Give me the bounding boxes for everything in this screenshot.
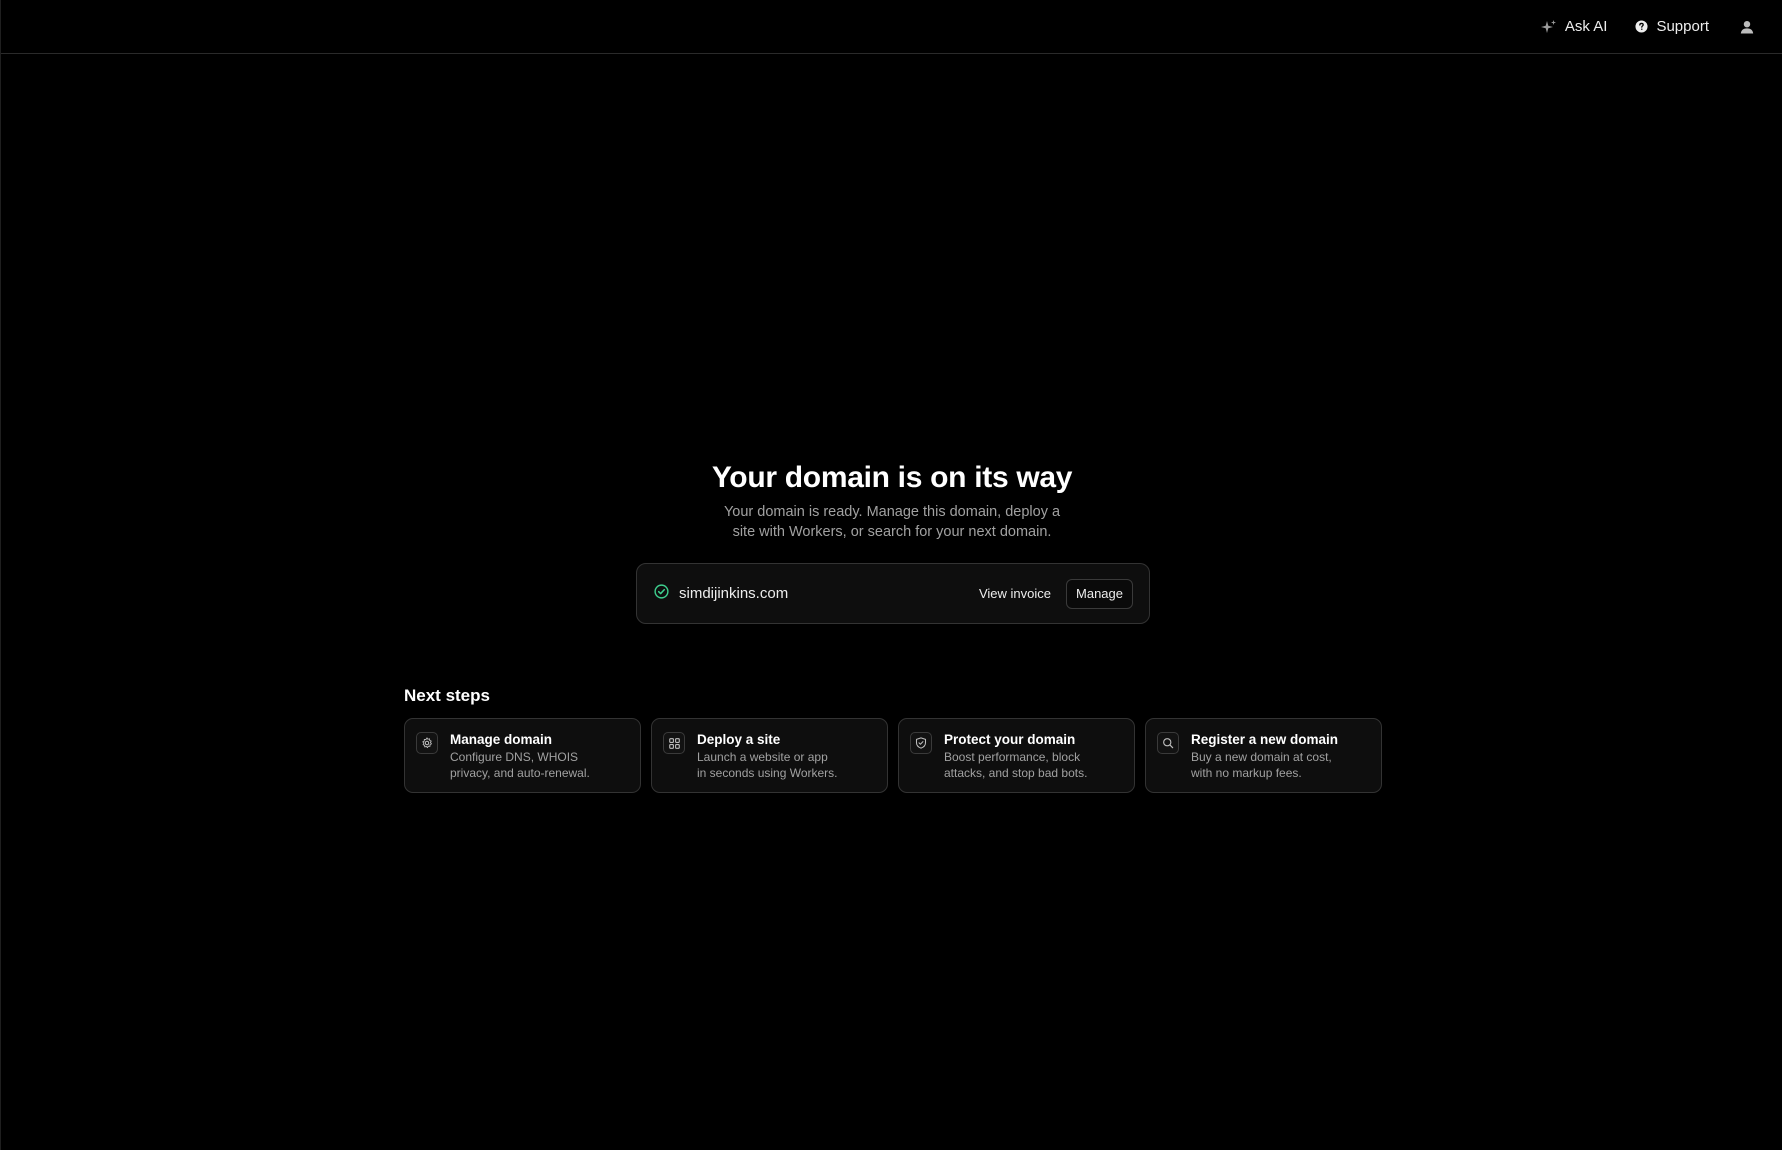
ask-ai-button[interactable]: Ask AI	[1535, 11, 1614, 43]
user-icon	[1740, 20, 1754, 34]
shield-icon	[910, 732, 932, 754]
view-invoice-button[interactable]: View invoice	[979, 586, 1051, 601]
step-description: Buy a new domain at cost, with no markup…	[1191, 750, 1332, 780]
page-subtitle: Your domain is ready. Manage this domain…	[723, 504, 1061, 540]
next-steps-heading: Next steps	[404, 686, 490, 705]
ask-ai-label: Ask AI	[1564, 18, 1608, 35]
step-title: Register a new domain	[1191, 732, 1339, 747]
step-description: Configure DNS, WHOIS privacy, and auto-r…	[450, 750, 590, 780]
domain-card: simdijinkins.com View invoice Manage	[636, 563, 1150, 624]
step-title: Manage domain	[450, 732, 553, 747]
step-card-manage-domain[interactable]: Manage domain Configure DNS, WHOIS priva…	[404, 718, 641, 793]
step-description: Launch a website or app in seconds using…	[697, 750, 838, 780]
page-title: Your domain is on its way	[711, 461, 1073, 494]
user-menu-button[interactable]	[1733, 11, 1761, 43]
page: Ask AI Support Your domain is on its way…	[0, 0, 1782, 1150]
search-icon	[1157, 732, 1179, 754]
support-label: Support	[1656, 18, 1709, 35]
sparkle-icon	[1540, 19, 1557, 35]
help-circle-icon	[1635, 20, 1648, 33]
gear-icon	[416, 732, 438, 754]
hero: Your domain is on its way Your domain is…	[1, 458, 1782, 542]
step-description: Boost performance, block attacks, and st…	[944, 750, 1088, 780]
grid-icon	[663, 732, 685, 754]
domain-name: simdijinkins.com	[679, 585, 789, 602]
top-bar: Ask AI Support	[1, 0, 1782, 54]
step-card-deploy-site[interactable]: Deploy a site Launch a website or app in…	[651, 718, 888, 793]
support-button[interactable]: Support	[1629, 11, 1715, 43]
next-steps-list: Manage domain Configure DNS, WHOIS priva…	[404, 718, 1382, 793]
step-card-protect-domain[interactable]: Protect your domain Boost performance, b…	[898, 718, 1135, 793]
check-circle-icon	[654, 583, 669, 604]
manage-button[interactable]: Manage	[1066, 578, 1133, 609]
step-card-register-domain[interactable]: Register a new domain Buy a new domain a…	[1145, 718, 1382, 793]
step-title: Protect your domain	[944, 732, 1076, 747]
step-title: Deploy a site	[697, 732, 781, 747]
